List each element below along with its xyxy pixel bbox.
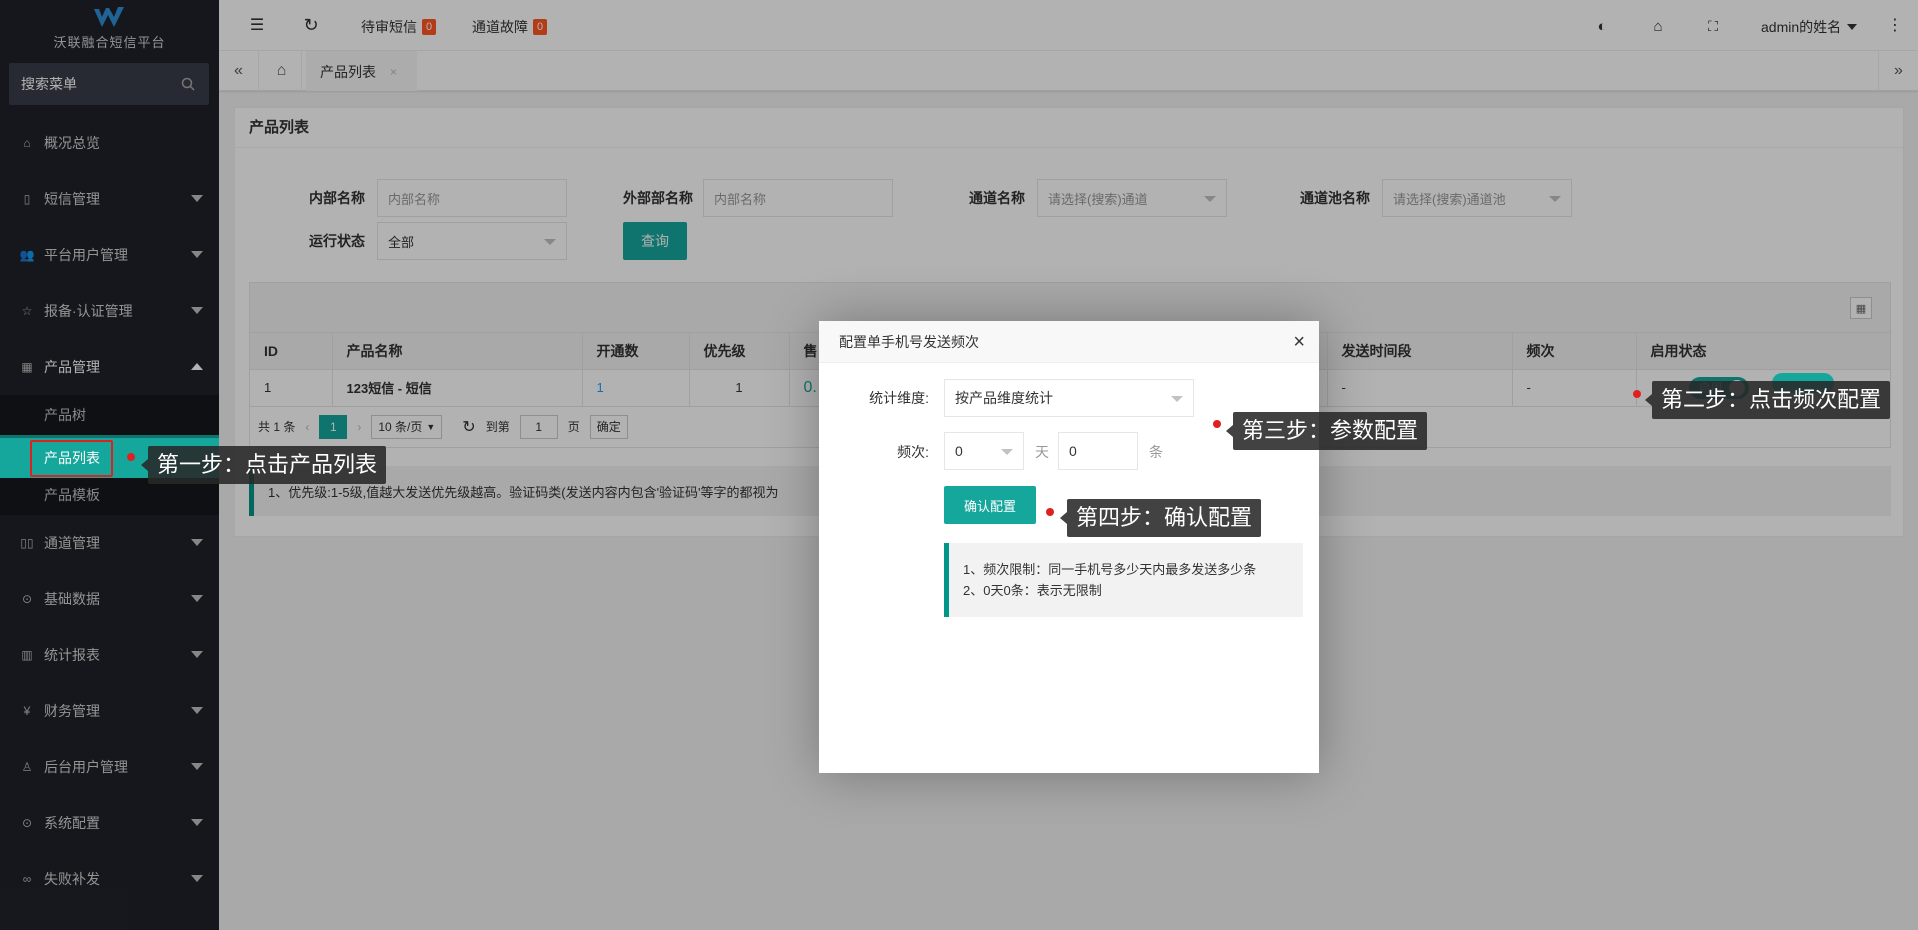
chevron-down-icon — [1001, 449, 1013, 455]
dimension-select[interactable]: 按产品维度统计 — [944, 379, 1194, 417]
dimension-value: 按产品维度统计 — [955, 390, 1053, 406]
close-icon[interactable]: × — [1293, 321, 1305, 363]
modal-tip: 1、频次限制：同一手机号多少天内最多发送多少条 2、0天0条：表示无限制 — [944, 543, 1303, 617]
modal-tip-line-1: 1、频次限制：同一手机号多少天内最多发送多少条 — [963, 562, 1257, 577]
days-unit: 天 — [1035, 444, 1049, 460]
frequency-config-modal: 配置单手机号发送频次 × 统计维度: 按产品维度统计 频次: 0 天 0 条 确… — [819, 321, 1319, 773]
count-unit: 条 — [1149, 444, 1163, 460]
step1-highlight-box — [30, 440, 113, 477]
modal-header: 配置单手机号发送频次 × — [819, 321, 1319, 363]
step3-annotation: 第三步：参数配置 — [1225, 412, 1428, 450]
confirm-config-button[interactable]: 确认配置 — [944, 486, 1036, 524]
step3-dot — [1213, 420, 1221, 428]
modal-title: 配置单手机号发送频次 — [839, 334, 979, 350]
step1-annotation: 第一步：点击产品列表 — [140, 446, 387, 484]
dimension-label: 统计维度: — [869, 390, 929, 406]
step4-annotation: 第四步：确认配置 — [1059, 499, 1262, 537]
step2-dot — [1633, 390, 1641, 398]
frequency-label: 频次: — [897, 444, 929, 460]
days-value: 0 — [955, 443, 963, 459]
step4-dot — [1046, 508, 1054, 516]
days-select[interactable]: 0 — [944, 432, 1024, 470]
step2-annotation: 第二步：点击频次配置 — [1644, 381, 1891, 419]
app-root: 沃联融合短信平台 搜索菜单 ⌂ 概况总览 ▯ 短信管理 👥 平台用户管理 ☆ 报… — [0, 0, 1918, 930]
chevron-down-icon — [1171, 396, 1183, 402]
step1-dot — [127, 453, 135, 461]
modal-tip-line-2: 2、0天0条：表示无限制 — [963, 583, 1102, 598]
count-input[interactable]: 0 — [1058, 432, 1138, 470]
